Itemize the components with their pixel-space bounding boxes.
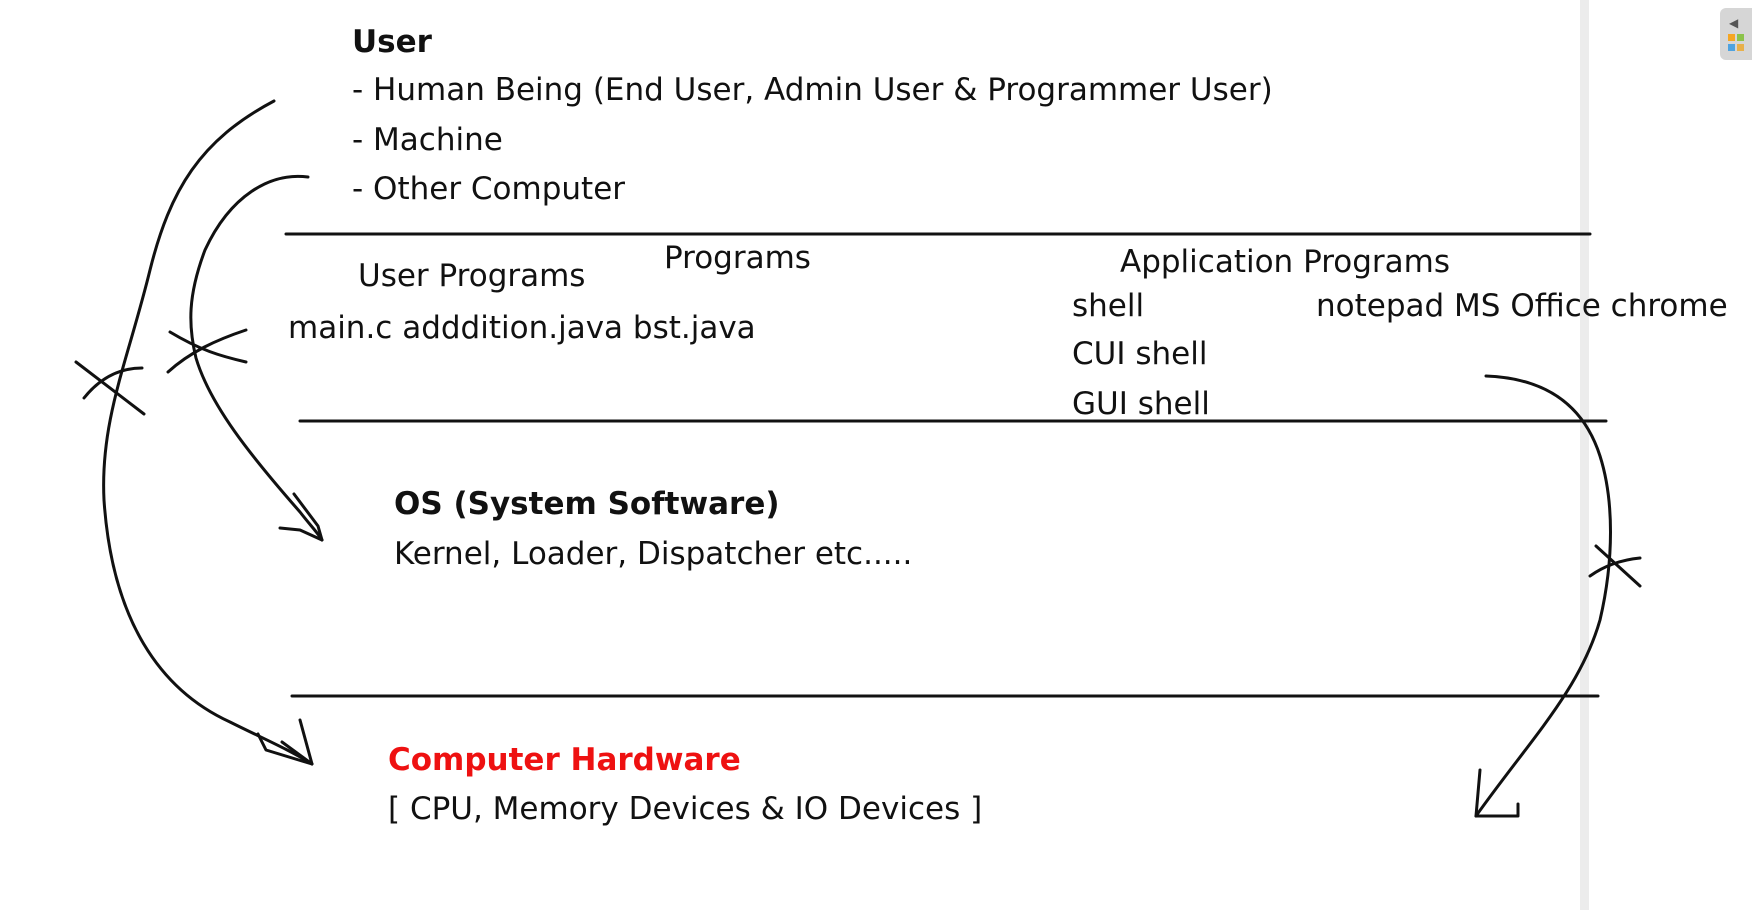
shell-label: shell: [1072, 288, 1145, 324]
user-item-human: - Human Being (End User, Admin User & Pr…: [352, 72, 1273, 108]
os-heading: OS (System Software): [394, 486, 780, 522]
cross-mark: [1588, 556, 1642, 578]
cross-mark: [1594, 544, 1642, 588]
user-item-machine: - Machine: [352, 122, 503, 158]
arrow-user-to-hardware: [102, 99, 314, 766]
application-programs-label: Application Programs: [1120, 244, 1451, 280]
whiteboard-canvas[interactable]: ◀ User - Human Being (End User, Admin Us…: [0, 0, 1752, 910]
arrow-apps-to-hardware: [1474, 374, 1612, 818]
os-detail: Kernel, Loader, Dispatcher etc.....: [394, 536, 913, 572]
user-heading: User: [352, 24, 432, 60]
arrow-user-to-os: [189, 174, 324, 542]
user-item-computer: - Other Computer: [352, 171, 626, 207]
programs-label: Programs: [664, 240, 811, 276]
user-programs-label: User Programs: [358, 258, 586, 294]
gui-shell-label: GUI shell: [1072, 386, 1210, 422]
ink-drawing: [74, 99, 1642, 818]
apps-list: notepad MS Office chrome: [1316, 288, 1728, 324]
hardware-detail: [ CPU, Memory Devices & IO Devices ]: [388, 791, 983, 827]
cui-shell-label: CUI shell: [1072, 336, 1208, 372]
user-programs-files: main.c adddition.java bst.java: [288, 310, 756, 346]
cross-mark: [82, 366, 144, 400]
hardware-heading: Computer Hardware: [388, 742, 741, 778]
